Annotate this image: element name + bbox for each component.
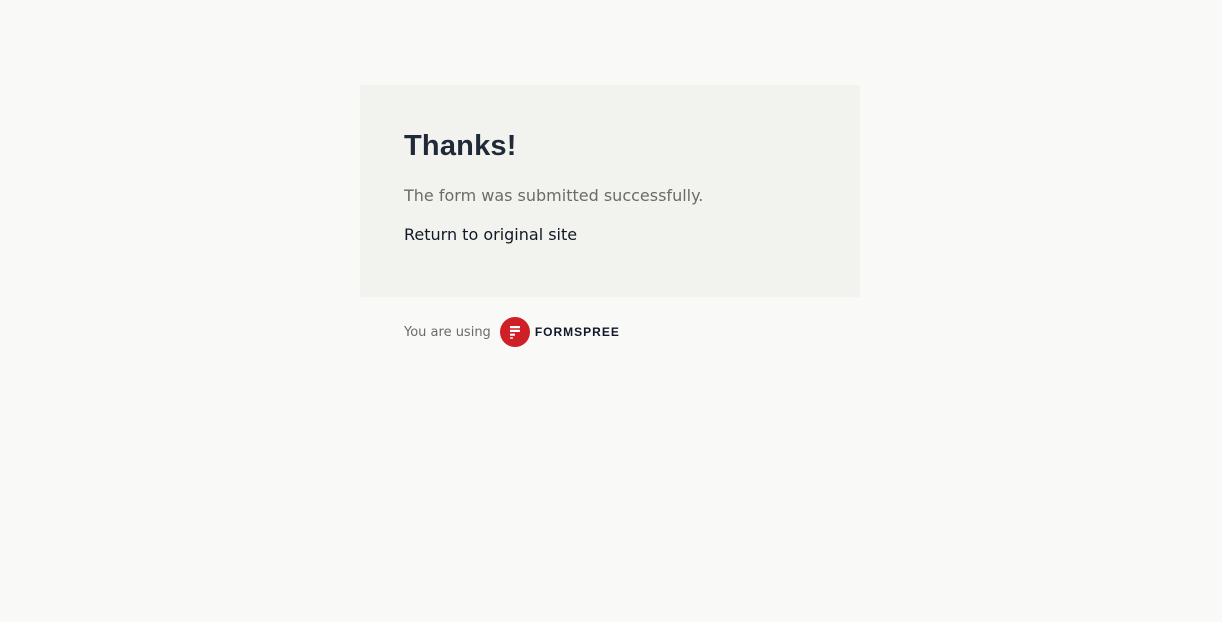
success-message: The form was submitted successfully. bbox=[404, 186, 704, 205]
return-to-original-site-link[interactable]: Return to original site bbox=[404, 224, 577, 246]
formspree-logo-icon bbox=[499, 317, 530, 347]
formspree-brand-name: FORMSPREE bbox=[534, 325, 620, 339]
footer: You are using FORMSPREE bbox=[404, 316, 620, 348]
confirmation-card: Thanks! The form was submitted successfu… bbox=[360, 85, 860, 297]
page-title: Thanks! bbox=[404, 130, 517, 162]
formspree-brand-link[interactable]: FORMSPREE bbox=[499, 317, 620, 347]
footer-label: You are using bbox=[404, 324, 491, 340]
